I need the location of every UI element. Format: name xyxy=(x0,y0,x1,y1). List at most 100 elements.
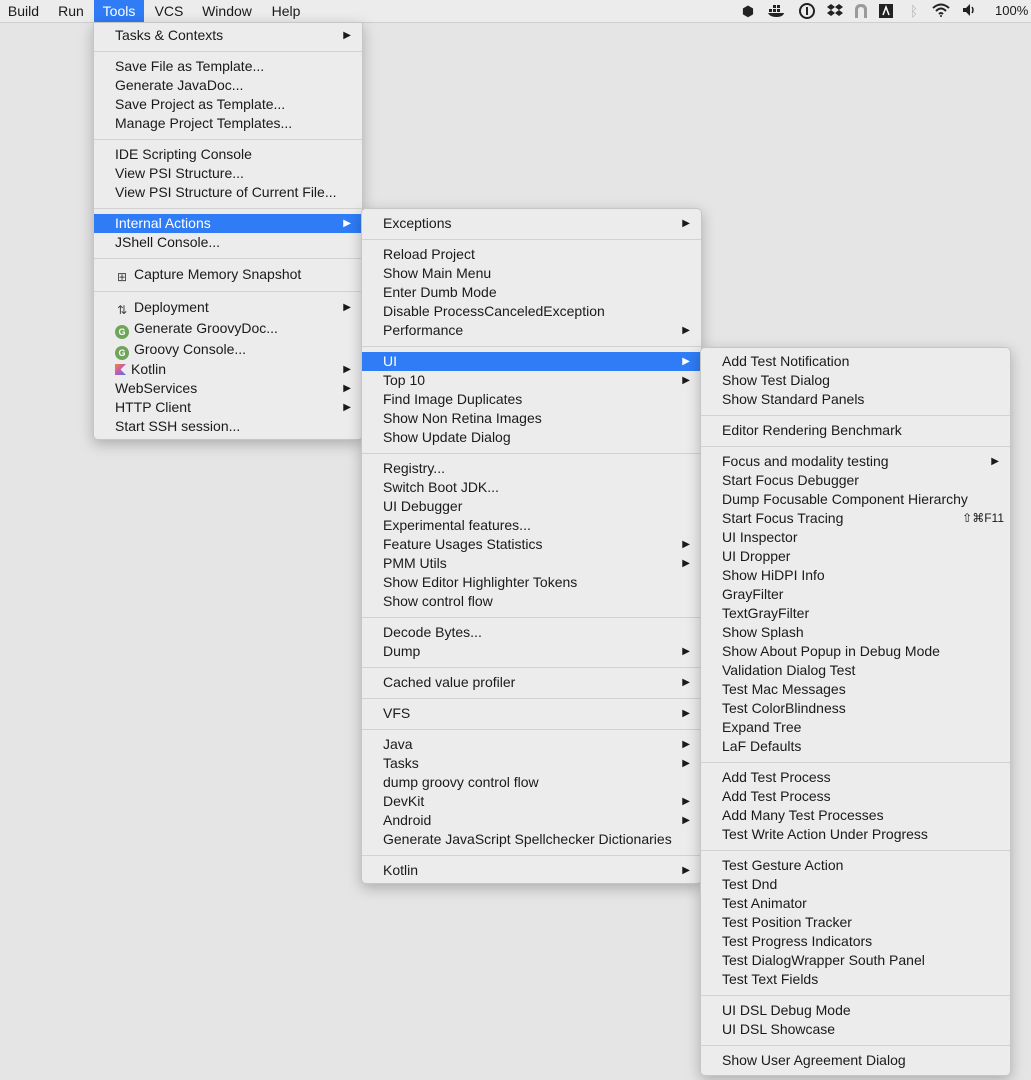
menu-item-show-user-agreement[interactable]: Show User Agreement Dialog xyxy=(701,1051,1010,1070)
menu-item-top-10[interactable]: Top 10 ▶ xyxy=(362,371,701,390)
menu-item-ui-dsl-showcase[interactable]: UI DSL Showcase xyxy=(701,1020,1010,1039)
menu-item-show-test-dialog[interactable]: Show Test Dialog xyxy=(701,371,1010,390)
menubar-vcs[interactable]: VCS xyxy=(144,0,194,22)
menu-item-test-gesture-action[interactable]: Test Gesture Action xyxy=(701,856,1010,875)
menu-item-performance[interactable]: Performance ▶ xyxy=(362,321,701,340)
text-icon[interactable] xyxy=(877,3,895,19)
menu-item-tasks-contexts[interactable]: Tasks & Contexts ▶ xyxy=(94,26,362,45)
menu-item-ui-debugger[interactable]: UI Debugger xyxy=(362,497,701,516)
menu-item-dump-groovy-control-flow[interactable]: dump groovy control flow xyxy=(362,773,701,792)
menu-item-dump-focusable-hierarchy[interactable]: Dump Focusable Component Hierarchy xyxy=(701,490,1010,509)
menu-item-http-client[interactable]: HTTP Client ▶ xyxy=(94,398,362,417)
onepassword-icon[interactable] xyxy=(798,3,816,19)
menu-item-start-ssh-session[interactable]: Start SSH session... xyxy=(94,417,362,436)
menubar-window[interactable]: Window xyxy=(194,0,260,22)
menubar-help[interactable]: Help xyxy=(260,0,312,22)
menu-item-test-write-action[interactable]: Test Write Action Under Progress xyxy=(701,825,1010,844)
menu-item-jshell-console[interactable]: JShell Console... xyxy=(94,233,362,252)
menu-item-test-dialogwrapper-south[interactable]: Test DialogWrapper South Panel xyxy=(701,951,1010,970)
menu-item-test-animator[interactable]: Test Animator xyxy=(701,894,1010,913)
menu-item-add-many-test-processes[interactable]: Add Many Test Processes xyxy=(701,806,1010,825)
menu-item-generate-js-spellchecker[interactable]: Generate JavaScript Spellchecker Diction… xyxy=(362,830,701,849)
menu-item-enter-dumb-mode[interactable]: Enter Dumb Mode xyxy=(362,283,701,302)
menu-item-decode-bytes[interactable]: Decode Bytes... xyxy=(362,623,701,642)
menu-item-groovy-console[interactable]: G Groovy Console... xyxy=(94,340,362,360)
menu-item-show-main-menu[interactable]: Show Main Menu xyxy=(362,264,701,283)
menu-item-tasks[interactable]: Tasks ▶ xyxy=(362,754,701,773)
menu-item-kotlin[interactable]: Kotlin ▶ xyxy=(94,360,362,379)
menu-item-test-dnd[interactable]: Test Dnd xyxy=(701,875,1010,894)
menu-item-label: WebServices xyxy=(115,380,198,396)
menu-item-validation-dialog-test[interactable]: Validation Dialog Test xyxy=(701,661,1010,680)
menu-item-test-position-tracker[interactable]: Test Position Tracker xyxy=(701,913,1010,932)
menu-item-internal-actions[interactable]: Internal Actions ▶ xyxy=(94,214,362,233)
menu-item-show-hidpi-info[interactable]: Show HiDPI Info xyxy=(701,566,1010,585)
menubar-build[interactable]: Build xyxy=(0,0,47,22)
arch-icon[interactable] xyxy=(852,3,870,19)
menu-item-cached-value-profiler[interactable]: Cached value profiler ▶ xyxy=(362,673,701,692)
menu-item-exceptions[interactable]: Exceptions ▶ xyxy=(362,214,701,233)
menu-item-capture-memory-snapshot[interactable]: ⊞ Capture Memory Snapshot xyxy=(94,265,362,284)
menu-item-editor-rendering-benchmark[interactable]: Editor Rendering Benchmark xyxy=(701,421,1010,440)
menu-item-show-standard-panels[interactable]: Show Standard Panels xyxy=(701,390,1010,409)
menu-item-focus-modality-testing[interactable]: Focus and modality testing ▶ xyxy=(701,452,1010,471)
menu-item-ide-scripting-console[interactable]: IDE Scripting Console xyxy=(94,145,362,164)
menu-item-start-focus-tracing[interactable]: Start Focus Tracing ⇧⌘F11 xyxy=(701,509,1010,528)
menu-item-test-mac-messages[interactable]: Test Mac Messages xyxy=(701,680,1010,699)
menu-item-show-update-dialog[interactable]: Show Update Dialog xyxy=(362,428,701,447)
menu-item-experimental-features[interactable]: Experimental features... xyxy=(362,516,701,535)
menu-item-generate-javadoc[interactable]: Generate JavaDoc... xyxy=(94,76,362,95)
menu-item-ui-dropper[interactable]: UI Dropper xyxy=(701,547,1010,566)
menu-item-test-progress-indicators[interactable]: Test Progress Indicators xyxy=(701,932,1010,951)
menu-item-vfs[interactable]: VFS ▶ xyxy=(362,704,701,723)
menu-item-kotlin-internal[interactable]: Kotlin ▶ xyxy=(362,861,701,880)
menu-item-view-psi-structure[interactable]: View PSI Structure... xyxy=(94,164,362,183)
menu-item-deployment[interactable]: ⇅ Deployment ▶ xyxy=(94,298,362,317)
menu-item-java[interactable]: Java ▶ xyxy=(362,735,701,754)
menu-item-show-about-popup-debug[interactable]: Show About Popup in Debug Mode xyxy=(701,642,1010,661)
menu-item-disable-pce[interactable]: Disable ProcessCanceledException xyxy=(362,302,701,321)
menu-item-show-splash[interactable]: Show Splash xyxy=(701,623,1010,642)
menu-item-textgrayfilter[interactable]: TextGrayFilter xyxy=(701,604,1010,623)
bluetooth-icon[interactable]: ᛒ xyxy=(905,3,923,19)
menu-item-switch-boot-jdk[interactable]: Switch Boot JDK... xyxy=(362,478,701,497)
package-icon[interactable]: ⬢ xyxy=(739,3,757,19)
menu-item-devkit[interactable]: DevKit ▶ xyxy=(362,792,701,811)
menu-item-ui-dsl-debug-mode[interactable]: UI DSL Debug Mode xyxy=(701,1001,1010,1020)
menu-item-find-image-duplicates[interactable]: Find Image Duplicates xyxy=(362,390,701,409)
menu-item-dump[interactable]: Dump ▶ xyxy=(362,642,701,661)
menu-item-start-focus-debugger[interactable]: Start Focus Debugger xyxy=(701,471,1010,490)
menu-item-show-control-flow[interactable]: Show control flow xyxy=(362,592,701,611)
menu-item-save-file-template[interactable]: Save File as Template... xyxy=(94,57,362,76)
volume-icon[interactable] xyxy=(961,3,979,19)
separator xyxy=(362,855,701,856)
menu-item-show-editor-highlighter-tokens[interactable]: Show Editor Highlighter Tokens xyxy=(362,573,701,592)
menu-item-generate-groovydoc[interactable]: G Generate GroovyDoc... xyxy=(94,319,362,339)
menu-item-pmm-utils[interactable]: PMM Utils ▶ xyxy=(362,554,701,573)
menu-item-test-text-fields[interactable]: Test Text Fields xyxy=(701,970,1010,989)
menu-item-android[interactable]: Android ▶ xyxy=(362,811,701,830)
menu-item-show-non-retina-images[interactable]: Show Non Retina Images xyxy=(362,409,701,428)
dropbox-icon[interactable] xyxy=(826,3,844,19)
menu-item-expand-tree[interactable]: Expand Tree xyxy=(701,718,1010,737)
menu-item-ui-inspector[interactable]: UI Inspector xyxy=(701,528,1010,547)
battery-percentage[interactable]: 100% xyxy=(995,0,1028,22)
menu-item-view-psi-current-file[interactable]: View PSI Structure of Current File... xyxy=(94,183,362,202)
menu-item-manage-project-templates[interactable]: Manage Project Templates... xyxy=(94,114,362,133)
menu-item-laf-defaults[interactable]: LaF Defaults xyxy=(701,737,1010,756)
menubar-run[interactable]: Run xyxy=(48,0,94,22)
menu-item-registry[interactable]: Registry... xyxy=(362,459,701,478)
menu-item-test-colorblindness[interactable]: Test ColorBlindness xyxy=(701,699,1010,718)
menu-item-feature-usages-statistics[interactable]: Feature Usages Statistics ▶ xyxy=(362,535,701,554)
wifi-icon[interactable] xyxy=(932,3,950,19)
menu-item-reload-project[interactable]: Reload Project xyxy=(362,245,701,264)
menu-item-ui[interactable]: UI ▶ xyxy=(362,352,701,371)
menu-item-save-project-template[interactable]: Save Project as Template... xyxy=(94,95,362,114)
menu-item-grayfilter[interactable]: GrayFilter xyxy=(701,585,1010,604)
menu-item-webservices[interactable]: WebServices ▶ xyxy=(94,379,362,398)
menubar-tools[interactable]: Tools xyxy=(94,0,144,22)
menu-item-add-test-process-2[interactable]: Add Test Process xyxy=(701,787,1010,806)
menu-item-add-test-notification[interactable]: Add Test Notification xyxy=(701,352,1010,371)
docker-icon[interactable] xyxy=(768,3,786,19)
menu-item-add-test-process[interactable]: Add Test Process xyxy=(701,768,1010,787)
